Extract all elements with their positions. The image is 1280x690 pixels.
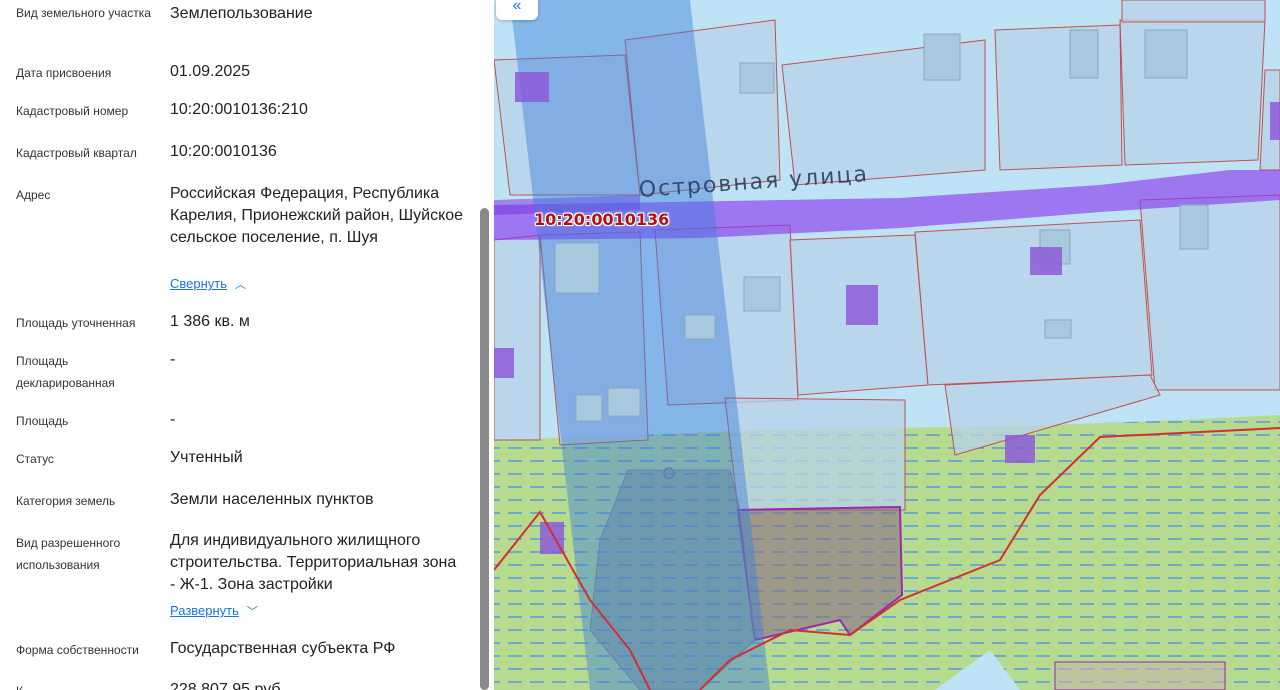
toggle-label[interactable]: Свернуть xyxy=(170,276,227,291)
field-label: К xyxy=(16,680,156,690)
field-value: 1 386 кв. м xyxy=(170,313,250,330)
field-label: Адрес xyxy=(16,188,51,202)
address-collapse-link[interactable]: Свернуть ︿ xyxy=(170,276,246,292)
toggle-label[interactable]: Развернуть xyxy=(170,603,239,618)
field-label: Статус xyxy=(16,452,54,466)
field-label: Кадастровый квартал xyxy=(16,146,137,160)
field-label: Форма собственности xyxy=(16,643,139,657)
panel-scrollbar[interactable] xyxy=(480,208,489,690)
field-label: Площадь декларированная xyxy=(16,354,115,390)
field-value: - xyxy=(170,351,176,368)
field-value: 228 807,95 руб. xyxy=(170,681,286,690)
field-label: Площадь уточненная xyxy=(16,316,136,330)
double-chevron-left-icon[interactable]: « xyxy=(496,0,538,20)
chevron-up-icon[interactable]: ︿ xyxy=(235,276,246,292)
field-value: Государственная субъекта РФ xyxy=(170,640,396,657)
parcel-info-panel: Вид земельного участка Землепользование … xyxy=(0,0,494,690)
usage-expand-link[interactable]: Развернуть ﹀ xyxy=(170,603,258,619)
field-label: Категория земель xyxy=(16,494,116,508)
field-label: Вид разрешенного использования xyxy=(16,536,121,572)
field-value[interactable]: 10:20:0010136 xyxy=(170,141,465,163)
field-label: Площадь xyxy=(16,414,69,428)
field-value: - xyxy=(170,411,176,428)
map-canvas[interactable] xyxy=(494,0,1280,690)
field-value[interactable]: 10:20:0010136:210 xyxy=(170,99,465,121)
field-value: Для индивидуального жилищного строительс… xyxy=(170,532,457,593)
field-value: 01.09.2025 xyxy=(170,63,251,80)
field-value: Землепользование xyxy=(170,5,313,22)
field-value: Земли населенных пунктов xyxy=(170,491,374,508)
field-value: Российская Федерация, Республика Карелия… xyxy=(170,185,464,246)
quarter-label[interactable]: 10:20:0010136 xyxy=(534,210,669,229)
chevron-down-icon[interactable]: ﹀ xyxy=(247,603,258,619)
cadastral-map[interactable]: Островная улица 10:20:0010136 xyxy=(494,0,1280,690)
field-label: Кадастровый номер xyxy=(16,104,129,118)
field-label: Дата присвоения xyxy=(16,66,112,80)
field-value: Учтенный xyxy=(170,449,243,466)
field-label: Вид земельного участка xyxy=(16,6,151,20)
